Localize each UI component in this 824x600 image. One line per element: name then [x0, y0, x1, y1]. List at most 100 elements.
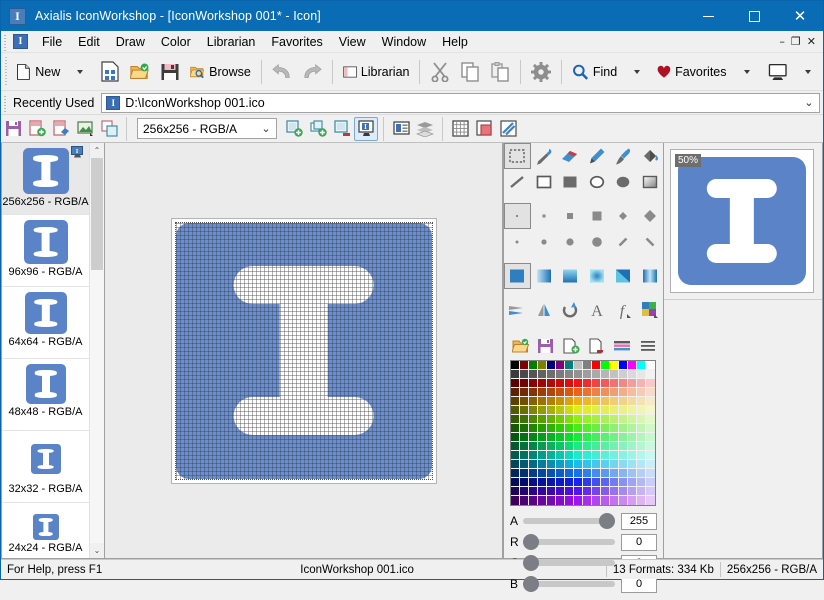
color-swatch[interactable] — [520, 397, 529, 406]
color-swatch[interactable] — [619, 451, 628, 460]
color-swatch[interactable] — [565, 397, 574, 406]
color-swatch[interactable] — [565, 361, 574, 370]
color-swatch[interactable] — [547, 442, 556, 451]
remove-format-button[interactable] — [330, 117, 354, 141]
brush-diamond-small[interactable] — [610, 203, 637, 229]
color-swatch[interactable] — [565, 496, 574, 505]
color-swatch[interactable] — [637, 397, 646, 406]
color-swatch[interactable] — [511, 469, 520, 478]
color-swatch[interactable] — [592, 460, 601, 469]
ellipse-outline-tool[interactable] — [584, 169, 611, 195]
mdi-minimize-icon[interactable]: – — [779, 36, 785, 47]
color-swatch[interactable] — [529, 442, 538, 451]
list-item[interactable]: 96x96 - RGB/A — [2, 215, 89, 287]
color-swatch[interactable] — [511, 433, 520, 442]
alpha-value[interactable]: 255 — [621, 513, 657, 530]
color-swatch[interactable] — [556, 424, 565, 433]
color-swatch[interactable] — [583, 496, 592, 505]
fill-solid[interactable] — [504, 263, 531, 289]
color-swatch[interactable] — [646, 388, 655, 397]
color-swatch[interactable] — [592, 496, 601, 505]
favorites-button[interactable]: Favorites — [652, 56, 731, 88]
brush-circle-small[interactable] — [531, 229, 558, 255]
color-swatch[interactable] — [547, 451, 556, 460]
hue-saturation-tool[interactable] — [637, 297, 664, 323]
screen-button[interactable] — [762, 56, 793, 88]
color-swatch[interactable] — [610, 415, 619, 424]
color-swatch[interactable] — [601, 460, 610, 469]
menu-item-help[interactable]: Help — [434, 33, 476, 51]
color-swatch[interactable] — [592, 424, 601, 433]
new-dropdown-button[interactable] — [65, 56, 95, 88]
color-swatch[interactable] — [619, 442, 628, 451]
window-close-button[interactable]: ✕ — [777, 1, 823, 31]
color-swatch[interactable] — [583, 433, 592, 442]
color-swatch[interactable] — [610, 388, 619, 397]
clone-image-button[interactable] — [97, 117, 121, 141]
color-swatch[interactable] — [547, 433, 556, 442]
color-swatch[interactable] — [565, 388, 574, 397]
color-swatch[interactable] — [592, 397, 601, 406]
color-swatch[interactable] — [592, 361, 601, 370]
color-swatch[interactable] — [583, 442, 592, 451]
color-swatch[interactable] — [646, 397, 655, 406]
color-swatch[interactable] — [547, 460, 556, 469]
window-maximize-button[interactable] — [731, 1, 777, 31]
color-swatch[interactable] — [592, 370, 601, 379]
color-swatch[interactable] — [511, 424, 520, 433]
librarian-button[interactable]: Librarian — [338, 56, 415, 88]
color-swatch[interactable] — [601, 442, 610, 451]
menu-drag-grip[interactable] — [3, 33, 9, 51]
color-swatch[interactable] — [574, 370, 583, 379]
color-swatch[interactable] — [565, 406, 574, 415]
color-swatch[interactable] — [628, 442, 637, 451]
color-swatch[interactable] — [610, 496, 619, 505]
color-swatch[interactable] — [637, 379, 646, 388]
color-swatch[interactable] — [646, 424, 655, 433]
undo-button[interactable] — [267, 56, 297, 88]
color-swatch[interactable] — [646, 460, 655, 469]
color-swatch[interactable] — [538, 469, 547, 478]
color-swatch[interactable] — [538, 370, 547, 379]
color-swatch[interactable] — [574, 442, 583, 451]
color-swatch[interactable] — [520, 469, 529, 478]
color-swatch[interactable] — [646, 361, 655, 370]
color-swatch[interactable] — [646, 469, 655, 478]
color-swatch[interactable] — [583, 370, 592, 379]
fill-diagonal-gradient[interactable] — [610, 263, 637, 289]
rectangle-outline-tool[interactable] — [531, 169, 558, 195]
list-item[interactable]: 64x64 - RGB/A — [2, 287, 89, 359]
color-swatch[interactable] — [520, 406, 529, 415]
color-swatch[interactable] — [610, 433, 619, 442]
preview-box[interactable]: 50% — [670, 149, 814, 293]
favorites-dropdown-button[interactable] — [732, 56, 762, 88]
color-swatch[interactable] — [574, 469, 583, 478]
color-swatch[interactable] — [520, 496, 529, 505]
color-swatch[interactable] — [538, 460, 547, 469]
color-swatch[interactable] — [601, 388, 610, 397]
color-swatch[interactable] — [511, 406, 520, 415]
color-swatch[interactable] — [592, 379, 601, 388]
color-swatch[interactable] — [637, 415, 646, 424]
color-swatch[interactable] — [619, 415, 628, 424]
color-swatch[interactable] — [529, 370, 538, 379]
color-swatch[interactable] — [520, 442, 529, 451]
color-swatch[interactable] — [601, 451, 610, 460]
color-swatch[interactable] — [583, 451, 592, 460]
color-swatch[interactable] — [574, 397, 583, 406]
scroll-up-arrow-icon[interactable]: ⌃ — [90, 143, 104, 158]
color-swatch[interactable] — [565, 469, 574, 478]
fill-mirror-gradient[interactable] — [637, 263, 664, 289]
color-swatch[interactable] — [511, 460, 520, 469]
color-swatch[interactable] — [637, 487, 646, 496]
color-swatch[interactable] — [637, 478, 646, 487]
color-swatch[interactable] — [565, 451, 574, 460]
color-swatch[interactable] — [574, 451, 583, 460]
color-swatch[interactable] — [583, 361, 592, 370]
color-swatch[interactable] — [601, 487, 610, 496]
color-swatch[interactable] — [574, 415, 583, 424]
windows-preview-button[interactable]: I — [354, 117, 378, 141]
brush-circle-large[interactable] — [584, 229, 611, 255]
color-swatch[interactable] — [529, 451, 538, 460]
color-swatch[interactable] — [619, 487, 628, 496]
